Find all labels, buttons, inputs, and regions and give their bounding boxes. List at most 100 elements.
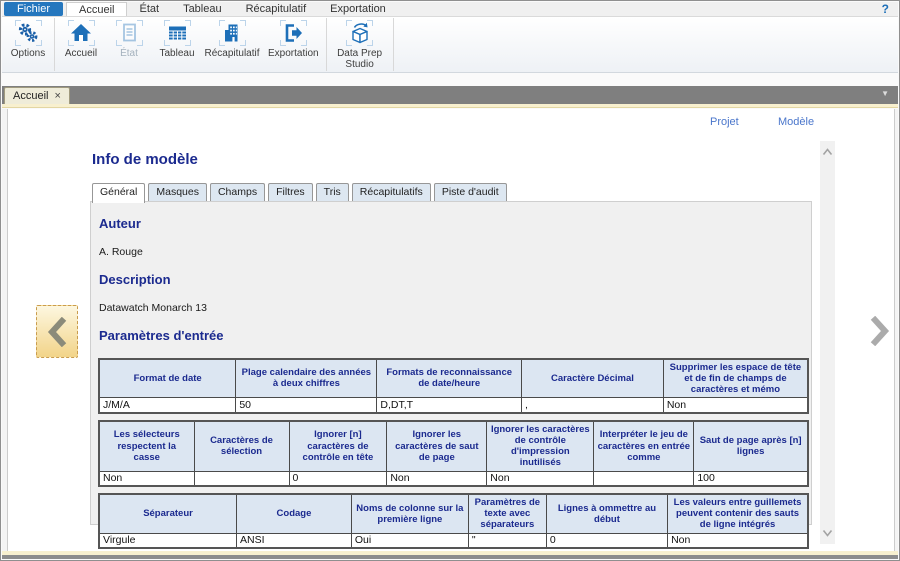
model-info-tabs: Général Masques Champs Filtres Tris Réca… <box>90 183 812 201</box>
data-prep-studio-label: Data Prep Studio <box>334 48 386 70</box>
table-value-cell: Non <box>663 398 808 413</box>
table-value-cell: 50 <box>236 398 377 413</box>
author-value: A. Rouge <box>99 246 805 258</box>
table-value-cell: J/M/A <box>99 398 236 413</box>
table-header-cell: Caractère Décimal <box>522 359 664 398</box>
table-value-row: Virgule ANSI Oui " 0 Non <box>99 533 808 548</box>
input-params-table-3: Séparateur Codage Noms de colonne sur la… <box>98 493 809 549</box>
page-title: Info de modèle <box>92 151 812 168</box>
tab-filtres[interactable]: Filtres <box>268 183 313 201</box>
table-header-cell: Les sélecteurs respectent la casse <box>99 421 194 471</box>
author-heading: Auteur <box>99 216 805 231</box>
document-tab-accueil[interactable]: Accueil × <box>4 87 70 104</box>
home-icon <box>68 20 95 46</box>
table-header-cell: Supprimer les espace de tête et de fin d… <box>663 359 808 398</box>
ribbon-toolbar: Options Accueil État <box>2 17 898 73</box>
file-menu-button[interactable]: Fichier <box>4 2 63 16</box>
previous-page-button[interactable] <box>36 305 78 358</box>
table-header-row: Les sélecteurs respectent la casse Carac… <box>99 421 808 471</box>
scroll-up-icon[interactable] <box>820 143 835 161</box>
options-label: Options <box>11 48 45 59</box>
vertical-scrollbar[interactable] <box>820 141 835 544</box>
data-prep-studio-button[interactable]: Data Prep Studio <box>329 17 391 72</box>
table-header-cell: Ignorer les caractères de saut de page <box>387 421 487 471</box>
tab-general[interactable]: Général <box>92 183 145 203</box>
etat-button[interactable]: État <box>105 17 153 72</box>
tab-masques[interactable]: Masques <box>148 183 207 201</box>
general-tab-panel: Auteur A. Rouge Description Datawatch Mo… <box>90 201 812 525</box>
tableau-label: Tableau <box>159 48 194 59</box>
table-header-cell: Paramètres de texte avec séparateurs <box>468 494 546 533</box>
table-header-cell: Ignorer [n] caractères de contrôle en tê… <box>289 421 387 471</box>
help-icon[interactable]: ? <box>873 2 898 16</box>
report-document-icon <box>116 20 143 46</box>
table-value-cell: Oui <box>351 533 468 548</box>
tableau-button[interactable]: Tableau <box>153 17 201 72</box>
ribbon-tab-etat[interactable]: État <box>127 2 171 16</box>
table-value-cell: Non <box>487 471 594 486</box>
table-value-row: J/M/A 50 D,DT,T , Non <box>99 398 808 413</box>
content-area: Projet Modèle Info de modèle Général <box>2 109 898 551</box>
options-gears-icon <box>15 20 42 46</box>
chevron-right-icon <box>869 316 891 346</box>
options-button[interactable]: Options <box>4 17 52 72</box>
table-value-cell: Non <box>99 471 194 486</box>
tab-piste-audit[interactable]: Piste d'audit <box>434 183 507 201</box>
table-value-cell: 0 <box>289 471 387 486</box>
summary-building-icon <box>219 20 246 46</box>
table-value-cell: Non <box>387 471 487 486</box>
toolbar-separator <box>326 18 327 71</box>
table-value-cell: 100 <box>694 471 808 486</box>
document-tab-strip: Accueil × ▼ <box>2 86 898 104</box>
table-header-row: Séparateur Codage Noms de colonne sur la… <box>99 494 808 533</box>
ribbon-tab-accueil[interactable]: Accueil <box>66 2 127 16</box>
toolbar-separator <box>54 18 55 71</box>
table-header-cell: Lignes à ommettre au début <box>546 494 667 533</box>
table-value-cell <box>594 471 694 486</box>
table-value-cell: D,DT,T <box>377 398 522 413</box>
tab-overflow-caret-icon[interactable]: ▼ <box>881 89 889 98</box>
app-window: Fichier Accueil État Tableau Récapitulat… <box>0 0 900 561</box>
scroll-down-icon[interactable] <box>820 524 835 542</box>
table-header-cell: Noms de colonne sur la première ligne <box>351 494 468 533</box>
table-header-row: Format de date Plage calendaire des anné… <box>99 359 808 398</box>
table-value-row: Non 0 Non Non 100 <box>99 471 808 486</box>
table-value-cell: ANSI <box>237 533 352 548</box>
table-grid-icon <box>164 20 191 46</box>
projet-link[interactable]: Projet <box>710 116 739 128</box>
ribbon-tab-bar: Fichier Accueil État Tableau Récapitulat… <box>2 2 898 17</box>
table-header-cell: Séparateur <box>99 494 237 533</box>
description-heading: Description <box>99 272 805 287</box>
table-header-cell: Caractères de sélection <box>194 421 289 471</box>
accueil-button[interactable]: Accueil <box>57 17 105 72</box>
ribbon-tab-exportation[interactable]: Exportation <box>318 2 398 16</box>
exportation-button[interactable]: Exportation <box>263 17 324 72</box>
tab-tris[interactable]: Tris <box>316 183 349 201</box>
table-header-cell: Ignorer les caractères de contrôle d'imp… <box>487 421 594 471</box>
etat-label: État <box>120 48 138 59</box>
table-value-cell: , <box>522 398 664 413</box>
export-arrow-icon <box>280 20 307 46</box>
table-value-cell: Non <box>668 533 808 548</box>
table-header-cell: Format de date <box>99 359 236 398</box>
table-header-cell: Interpréter le jeu de caractères en entr… <box>594 421 694 471</box>
description-value: Datawatch Monarch 13 <box>99 302 805 314</box>
table-header-cell: Formats de reconnaissance de date/heure <box>377 359 522 398</box>
recapitulatif-button[interactable]: Récapitulatif <box>201 17 263 72</box>
ribbon-tab-tableau[interactable]: Tableau <box>171 2 234 16</box>
ribbon-tab-recapitulatif[interactable]: Récapitulatif <box>234 2 319 16</box>
table-header-cell: Codage <box>237 494 352 533</box>
accueil-label: Accueil <box>65 48 97 59</box>
data-prep-cube-icon <box>346 20 373 46</box>
chevron-left-icon <box>46 317 68 347</box>
input-params-heading: Paramètres d'entrée <box>99 328 805 343</box>
toolbar-separator <box>393 18 394 71</box>
window-bottom-edge <box>2 555 898 559</box>
tab-champs[interactable]: Champs <box>210 183 265 201</box>
close-tab-icon[interactable]: × <box>54 90 60 102</box>
tab-recapitulatifs[interactable]: Récapitulatifs <box>352 183 431 201</box>
next-page-button[interactable] <box>864 307 896 355</box>
exportation-label: Exportation <box>268 48 319 59</box>
modele-link[interactable]: Modèle <box>778 116 814 128</box>
model-info-section: Info de modèle Général Masques Champs Fi… <box>90 151 812 525</box>
